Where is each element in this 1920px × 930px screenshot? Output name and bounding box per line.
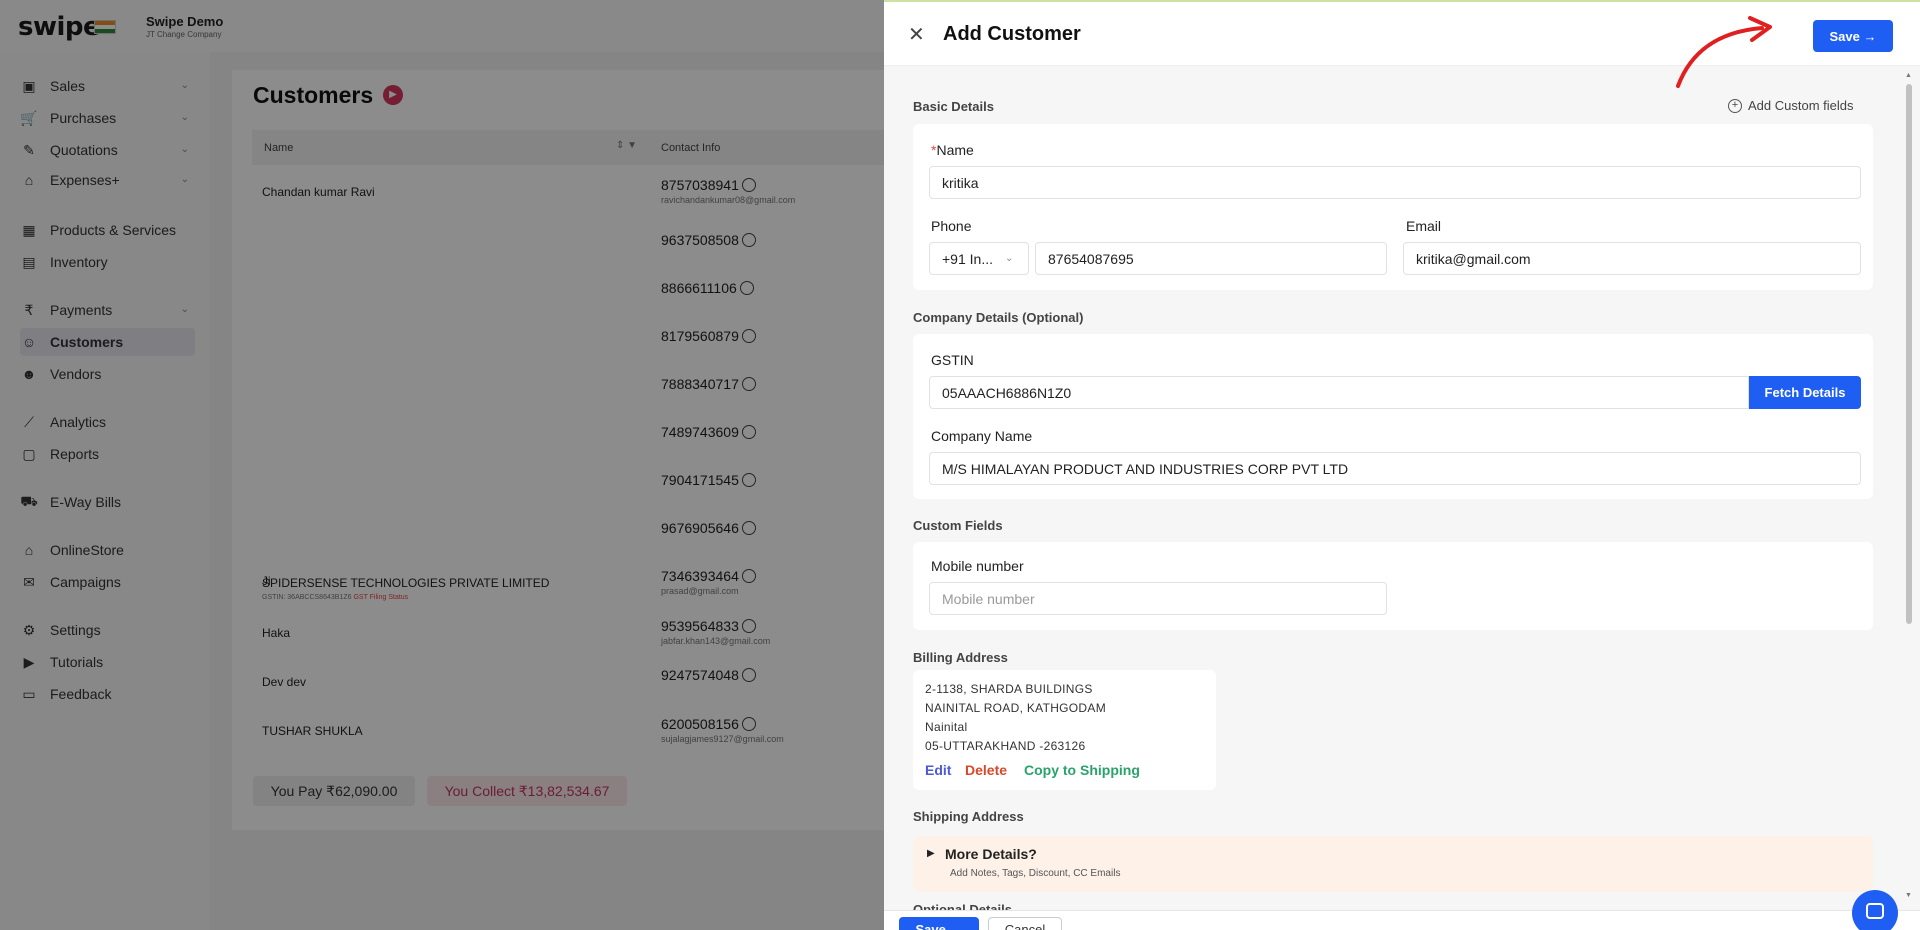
address-line: 05-UTTARAKHAND -263126: [925, 739, 1086, 753]
gstin-label: GSTIN: [931, 352, 974, 368]
add-customer-drawer: ✕ Add Customer Save → Basic Details + Ad…: [884, 0, 1920, 930]
email-label: Email: [1406, 218, 1442, 234]
company-details-heading: Company Details (Optional): [913, 310, 1084, 325]
company-name-label: Company Name: [931, 428, 1033, 444]
scroll-down-icon[interactable]: ▼: [1905, 892, 1912, 899]
annotation-arrow-icon: [1676, 16, 1772, 88]
mobile-number-label: Mobile number: [931, 558, 1024, 574]
company-details-card: GSTIN 05AAACH6886N1Z0 Fetch Details Comp…: [913, 334, 1873, 499]
chat-support-button[interactable]: [1852, 890, 1898, 930]
caret-right-icon: ▶: [927, 848, 935, 859]
country-code-select[interactable]: +91 In... ⌄: [929, 242, 1029, 275]
fetch-details-button[interactable]: Fetch Details: [1749, 376, 1861, 409]
drawer-scrollbar[interactable]: ▲ ▼: [1904, 72, 1914, 902]
billing-address-heading: Billing Address: [913, 650, 1008, 665]
add-custom-fields-label: Add Custom fields: [1748, 98, 1854, 113]
drawer-title: Add Customer: [943, 23, 1081, 45]
more-details-collapsible[interactable]: ▶ More Details? Add Notes, Tags, Discoun…: [913, 836, 1873, 892]
scroll-thumb[interactable]: [1906, 84, 1912, 624]
modal-overlay[interactable]: [0, 0, 884, 930]
name-label: *Name: [931, 142, 974, 158]
address-line: 2-1138, SHARDA BUILDINGS: [925, 682, 1093, 696]
close-icon[interactable]: ✕: [908, 22, 925, 47]
drawer-footer: Save → Cancel: [884, 910, 1920, 930]
scroll-up-icon[interactable]: ▲: [1905, 72, 1912, 79]
phone-input[interactable]: 87654087695: [1035, 242, 1387, 275]
more-details-subtitle: Add Notes, Tags, Discount, CC Emails: [950, 868, 1121, 879]
name-input[interactable]: kritika: [929, 166, 1861, 199]
gstin-input[interactable]: 05AAACH6886N1Z0: [929, 376, 1749, 409]
delete-address-link[interactable]: Delete: [965, 762, 1007, 778]
save-button[interactable]: Save →: [1813, 20, 1893, 52]
name-label-text: Name: [936, 142, 974, 158]
plus-circle-icon: +: [1728, 98, 1742, 113]
custom-fields-heading: Custom Fields: [913, 518, 1003, 533]
chevron-down-icon: ⌄: [1004, 253, 1014, 264]
add-custom-fields-link[interactable]: + Add Custom fields: [1728, 98, 1854, 113]
copy-to-shipping-link[interactable]: Copy to Shipping: [1024, 762, 1140, 778]
basic-details-heading: Basic Details: [913, 99, 994, 114]
address-line: Nainital: [925, 720, 968, 734]
basic-details-card: *Name kritika Phone +91 In... ⌄ 876540876…: [913, 124, 1873, 290]
footer-cancel-button[interactable]: Cancel: [988, 917, 1062, 930]
footer-save-button[interactable]: Save →: [899, 917, 979, 930]
company-name-input[interactable]: M/S HIMALAYAN PRODUCT AND INDUSTRIES COR…: [929, 452, 1861, 485]
more-details-title: More Details?: [945, 846, 1037, 862]
mobile-number-input[interactable]: Mobile number: [929, 582, 1387, 615]
chat-icon: [1866, 903, 1884, 919]
custom-fields-card: Mobile number Mobile number: [913, 542, 1873, 630]
address-line: NAINITAL ROAD, KATHGODAM: [925, 701, 1106, 715]
shipping-address-heading: Shipping Address: [913, 809, 1024, 824]
country-code-value: +91 In...: [942, 250, 993, 267]
email-input[interactable]: kritika@gmail.com: [1403, 242, 1861, 275]
edit-address-link[interactable]: Edit: [925, 762, 951, 778]
billing-address-card: 2-1138, SHARDA BUILDINGS NAINITAL ROAD, …: [913, 670, 1216, 790]
phone-label: Phone: [931, 218, 972, 234]
